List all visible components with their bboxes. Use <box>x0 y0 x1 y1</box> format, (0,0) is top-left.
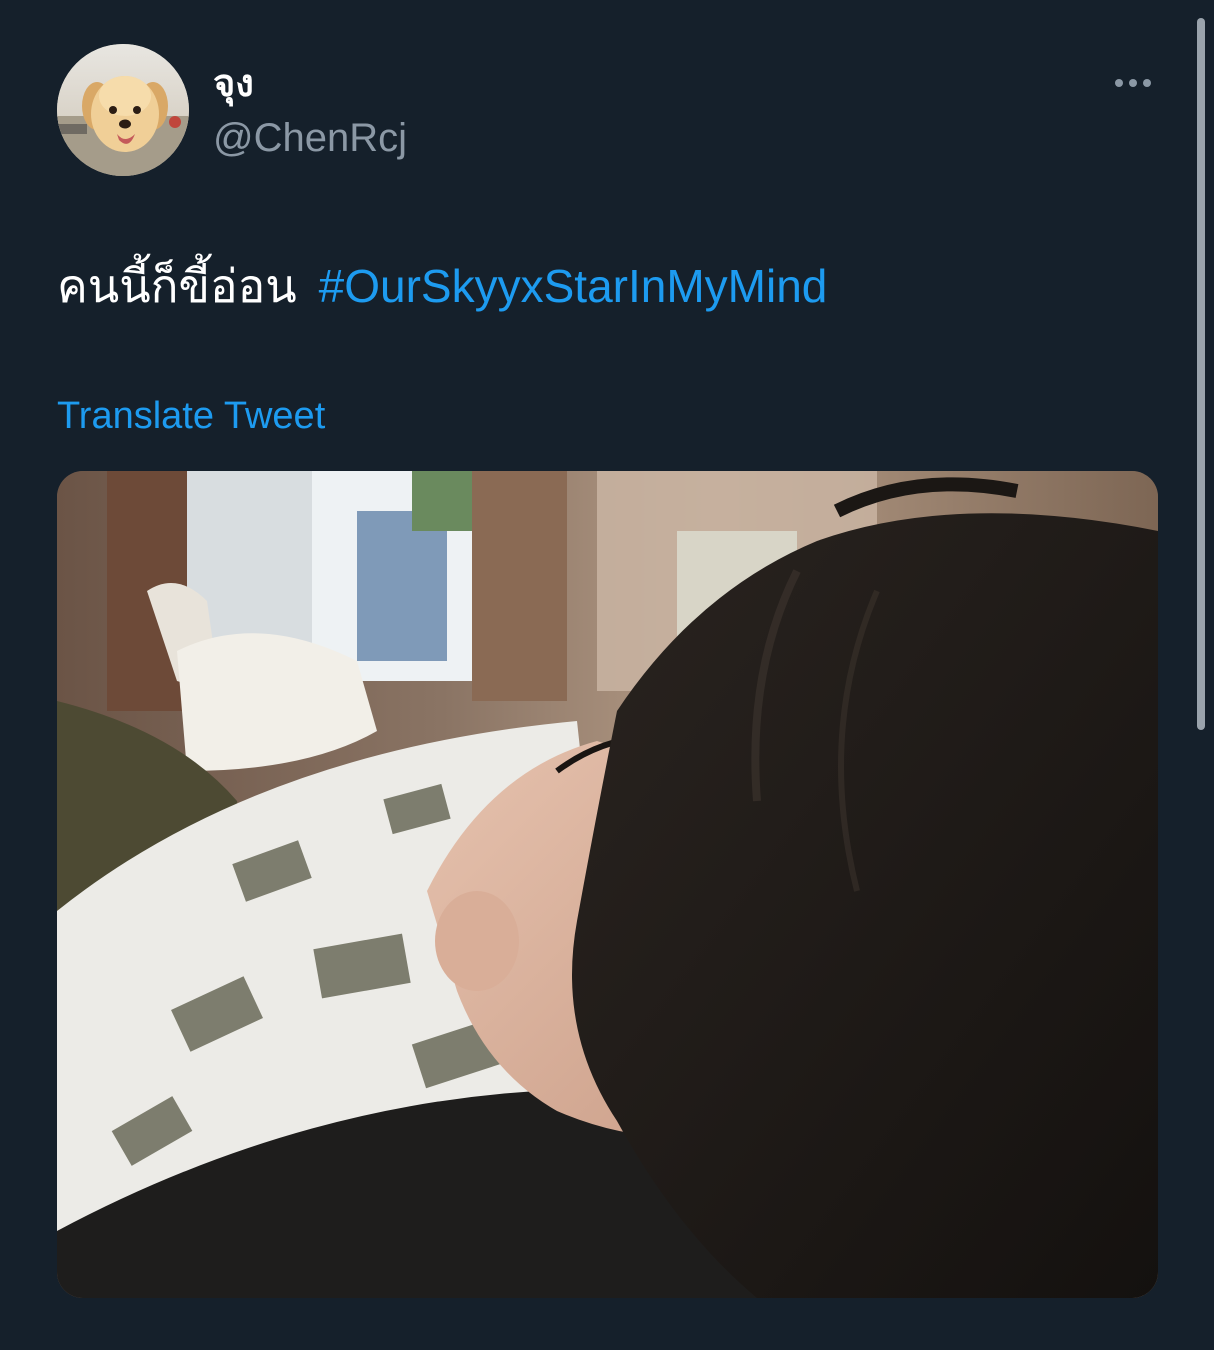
more-horizontal-icon-dot <box>1143 79 1151 87</box>
author-handle[interactable]: @ChenRcj <box>213 112 407 164</box>
scrollbar-thumb[interactable] <box>1197 18 1205 730</box>
translate-tweet-link[interactable]: Translate Tweet <box>57 392 325 440</box>
tweet-photo[interactable] <box>57 471 1158 1298</box>
author-avatar[interactable] <box>57 44 189 176</box>
tweet-screen: จุง @ChenRcj คนนี้ก็ขี้อ่อน #OurSkyyxStar… <box>0 0 1214 1350</box>
more-horizontal-icon-dot <box>1129 79 1137 87</box>
tweet-body-text: คนนี้ก็ขี้อ่อน <box>57 260 297 312</box>
photo-image <box>57 471 1158 1298</box>
more-horizontal-icon <box>1115 79 1123 87</box>
author-display-name[interactable]: จุง <box>213 60 254 108</box>
dog-avatar-image <box>57 44 189 176</box>
tweet-hashtag-link[interactable]: #OurSkyyxStarInMyMind <box>319 260 828 312</box>
more-options-button[interactable] <box>1108 66 1158 100</box>
tweet-text: คนนี้ก็ขี้อ่อน #OurSkyyxStarInMyMind <box>57 256 827 316</box>
